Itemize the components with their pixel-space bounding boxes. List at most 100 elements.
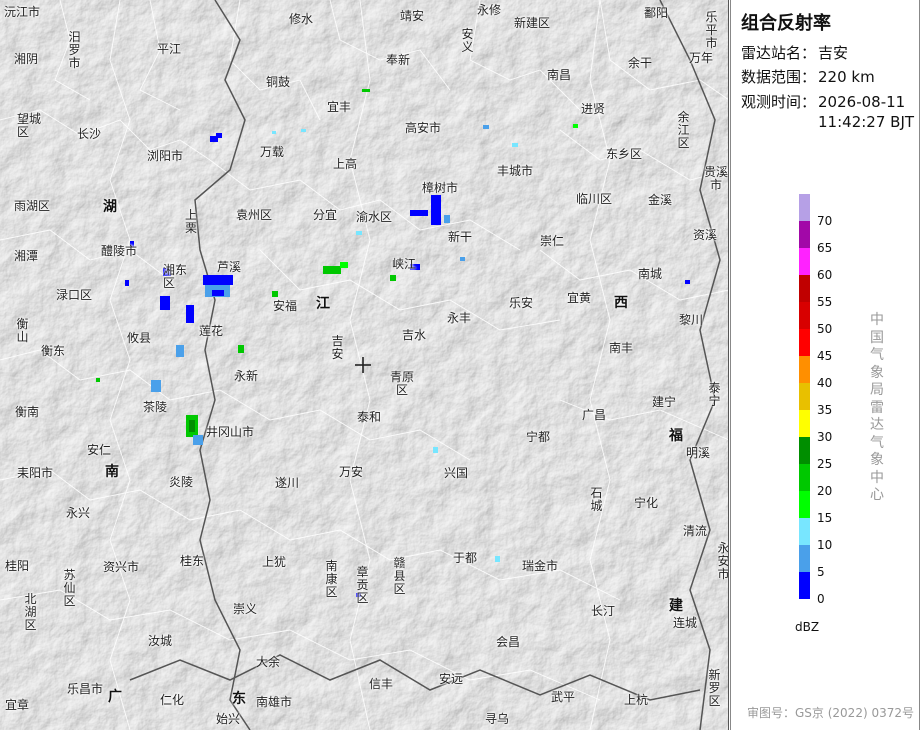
place-label: 始兴 (216, 712, 241, 726)
place-label: 宜章 (5, 698, 30, 712)
place-label: 泰宁 (708, 381, 721, 408)
place-label: 乐平市 (705, 10, 718, 50)
place-label: 兴国 (444, 466, 469, 480)
place-label: 望城区 (17, 112, 42, 139)
station-value: 吉安 (818, 44, 849, 62)
place-label: 会昌 (496, 635, 521, 649)
place-label: 资兴市 (103, 560, 140, 574)
place-label: 宜黄 (567, 291, 592, 305)
place-label: 信丰 (369, 677, 394, 691)
place-label: 永丰 (447, 311, 472, 325)
legend-swatch (799, 194, 810, 221)
place-label: 上犹 (262, 555, 287, 569)
time-value: 2026-08-11 11:42:27 BJT (818, 92, 914, 132)
legend-unit: dBZ (795, 620, 820, 634)
legend-label: 5 (817, 565, 825, 579)
legend-swatch (799, 410, 810, 437)
place-label: 新建区 (514, 16, 551, 30)
legend-label: 55 (817, 295, 833, 309)
place-label: 黎川 (679, 313, 704, 327)
time-label: 观测时间： (741, 93, 817, 111)
legend-swatch (799, 518, 810, 545)
legend-label: 65 (817, 241, 833, 255)
place-label: 衡东 (41, 344, 66, 358)
legend-swatch (799, 356, 810, 383)
place-label: 上栗 (185, 208, 198, 235)
station-row: 雷达站名： 吉安 (741, 43, 848, 63)
range-value: 220 km (818, 68, 875, 86)
place-label: 新罗区 (708, 668, 721, 708)
legend-swatch (799, 329, 810, 356)
place-label: 广昌 (582, 408, 607, 422)
place-label: 永安市 (717, 541, 729, 581)
place-label: 南城 (638, 267, 663, 281)
place-label: 樟树市 (422, 181, 459, 195)
place-label: 宁化 (634, 496, 659, 510)
province-label: 建 (669, 598, 683, 614)
place-label: 崇仁 (540, 234, 565, 248)
province-label: 南 (105, 464, 119, 480)
place-label: 赣县区 (393, 556, 406, 596)
place-label: 上高 (333, 157, 358, 171)
legend-swatch (799, 464, 810, 491)
place-label: 攸县 (127, 331, 152, 345)
place-label: 袁州区 (236, 208, 273, 222)
place-label: 上杭 (624, 693, 649, 707)
legend-label: 70 (817, 214, 833, 228)
place-label: 余江区 (677, 110, 690, 150)
place-label: 湘潭 (14, 249, 39, 263)
radar-map[interactable]: 湖 南 江 西 福 建 广 东 沅江市 修水 靖安 永修 新建区 鄱阳 乐平市 … (0, 0, 729, 730)
place-label: 万载 (260, 145, 285, 159)
place-label: 遂川 (275, 476, 300, 490)
place-label: 万年 (689, 51, 714, 65)
place-label: 连城 (673, 616, 698, 630)
place-label: 长沙 (77, 127, 102, 141)
range-label: 数据范围： (741, 68, 817, 86)
place-label: 新干 (448, 230, 473, 244)
range-row: 数据范围： 220 km (741, 67, 875, 87)
legend-label: 20 (817, 484, 833, 498)
place-label: 于都 (453, 551, 478, 565)
place-label: 余干 (628, 56, 653, 70)
legend-label: 25 (817, 457, 833, 471)
place-label: 南昌 (547, 68, 572, 82)
place-label: 永兴 (66, 506, 91, 520)
place-label: 青原区 (389, 370, 414, 397)
legend-swatch (799, 491, 810, 518)
place-label: 吉水 (402, 328, 427, 342)
place-label: 芦溪 (217, 260, 242, 274)
place-label: 峡江 (392, 257, 417, 271)
place-label: 安义 (461, 27, 474, 54)
legend-label: 35 (817, 403, 833, 417)
place-label: 渌口区 (56, 288, 93, 302)
place-label: 湘阴 (14, 52, 39, 66)
place-label: 乐安 (509, 296, 534, 310)
legend-label: 0 (817, 592, 825, 606)
color-legend (799, 194, 810, 599)
map-approval-number: 审图号：GS京 (2022) 0372号 (747, 706, 914, 720)
province-label: 东 (232, 691, 246, 707)
place-label: 建宁 (652, 395, 677, 409)
legend-swatch (799, 221, 810, 248)
legend-label: 40 (817, 376, 833, 390)
place-label: 北湖区 (24, 592, 37, 632)
legend-swatch (799, 248, 810, 275)
place-label: 长汀 (591, 604, 616, 618)
place-label: 铜鼓 (266, 75, 291, 89)
legend-swatch (799, 572, 810, 599)
place-label: 石城 (590, 486, 603, 513)
legend-label: 45 (817, 349, 833, 363)
place-label: 吉安 (331, 334, 344, 361)
legend-swatch (799, 437, 810, 464)
place-label: 汨罗市 (68, 30, 81, 70)
place-label: 靖安 (400, 9, 425, 23)
place-label: 贵溪市 (703, 165, 728, 192)
product-title: 组合反射率 (741, 13, 831, 34)
place-label: 湘东区 (163, 263, 188, 290)
place-label: 临川区 (576, 192, 613, 206)
legend-swatch (799, 275, 810, 302)
place-label: 资溪 (693, 228, 718, 242)
place-label: 鄱阳 (644, 6, 669, 20)
place-label: 桂阳 (5, 559, 30, 573)
place-label: 泰和 (357, 410, 382, 424)
